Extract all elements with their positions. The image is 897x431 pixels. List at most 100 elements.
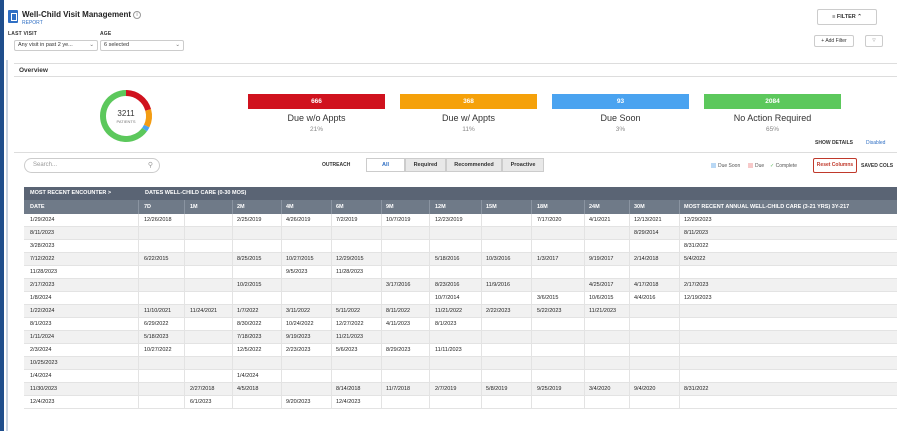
table-cell: 3/4/2020 (589, 386, 611, 392)
column-divider (481, 318, 482, 330)
table-row[interactable]: 1/29/2024 12/26/2018 2/25/2019 4/26/2019 7/2… (24, 214, 897, 227)
column-divider (481, 240, 482, 252)
column-divider (481, 200, 482, 214)
column-divider (184, 305, 185, 317)
show-details-toggle[interactable]: Disabled (866, 140, 885, 146)
table-cell: 4/26/2019 (286, 217, 311, 223)
column-divider (281, 305, 282, 317)
left-accent-bar (0, 0, 4, 431)
group-most-recent-encounter[interactable]: MOST RECENT ENCOUNTER > (30, 187, 111, 200)
table-cell: 8/11/2022 (386, 308, 411, 314)
column-divider (429, 357, 430, 369)
funnel-icon[interactable]: ▿ (865, 35, 883, 47)
donut-slice-due-w-o-appts[interactable] (125, 90, 152, 111)
column-header-4m[interactable]: 4M (286, 200, 294, 214)
add-filter-button[interactable]: + Add Filter (814, 35, 854, 47)
kpi-due-soon[interactable]: 93 Due Soon 3% (552, 94, 689, 133)
legend-label: Due (755, 163, 765, 169)
table-row[interactable]: 1/11/2024 5/18/2023 7/18/2023 9/19/2023 11/2… (24, 331, 897, 344)
column-divider (531, 305, 532, 317)
saved-columns-button[interactable]: SAVED COLS (861, 163, 893, 169)
kpi-percent: 65% (765, 126, 779, 133)
kpi-no-action-required[interactable]: 2084 No Action Required 65% (704, 94, 841, 133)
column-divider (629, 383, 630, 395)
column-header-date[interactable]: DATE (30, 200, 45, 214)
column-divider (429, 253, 430, 265)
column-divider (138, 357, 139, 369)
filter-toggle-button[interactable]: ≡ FILTER ⌃ (817, 9, 877, 25)
column-divider (481, 214, 482, 226)
column-header-most-recent-annual-well-child-care-3-21-yrs-3y-217[interactable]: MOST RECENT ANNUAL WELL-CHILD CARE (3-21… (684, 200, 849, 214)
column-divider (481, 253, 482, 265)
donut-slice-due-soon[interactable] (142, 124, 150, 132)
column-divider (184, 200, 185, 214)
column-divider (531, 331, 532, 343)
column-divider (481, 370, 482, 382)
column-divider (138, 266, 139, 278)
column-divider (281, 357, 282, 369)
column-divider (138, 292, 139, 304)
table-row[interactable]: 7/12/2022 6/22/2015 8/25/2015 10/27/2015 12/… (24, 253, 897, 266)
column-divider (232, 253, 233, 265)
tab-proactive[interactable]: Proactive (502, 158, 544, 172)
search-input[interactable]: Search... ⚲ (24, 158, 160, 173)
table-cell: 10/2/2015 (237, 282, 262, 288)
column-divider (232, 318, 233, 330)
column-header-2m[interactable]: 2M (237, 200, 245, 214)
column-header-15m[interactable]: 15M (486, 200, 497, 214)
report-icon (8, 10, 18, 23)
reset-columns-button[interactable]: Reset Columns (813, 158, 857, 173)
info-icon[interactable]: i (133, 11, 141, 19)
table-cell: 9/4/2020 (634, 386, 656, 392)
column-divider (331, 383, 332, 395)
column-header-7d[interactable]: 7D (144, 200, 151, 214)
column-divider (331, 344, 332, 356)
column-divider (584, 253, 585, 265)
table-cell: 11/28/2023 (30, 269, 58, 275)
column-divider (281, 240, 282, 252)
column-divider (429, 318, 430, 330)
table-cell: 8/23/2016 (435, 282, 460, 288)
kpi-due-with-appts[interactable]: 368 Due w/ Appts 11% (400, 94, 537, 133)
column-divider (331, 279, 332, 291)
last-visit-select[interactable]: Any visit in past 2 ye... ⌄ (14, 40, 98, 51)
tab-recommended[interactable]: Recommended (446, 158, 502, 172)
kpi-value: 368 (400, 94, 537, 109)
column-header-6m[interactable]: 6M (336, 200, 344, 214)
table-row[interactable]: 12/4/2023 6/1/2023 9/20/2023 12/4/2023 (24, 396, 897, 409)
legend-label: Complete (775, 163, 797, 169)
column-header-12m[interactable]: 12M (435, 200, 446, 214)
table-row[interactable]: 8/11/2023 8/29/2014 8/11/2023 (24, 227, 897, 240)
column-divider (481, 266, 482, 278)
table-row[interactable]: 10/25/2023 (24, 357, 897, 370)
table-row[interactable]: 8/1/2023 6/29/2022 8/30/2022 10/24/2022 12/2… (24, 318, 897, 331)
table-row[interactable]: 2/3/2024 10/27/2022 12/5/2022 2/23/2023 5/6/… (24, 344, 897, 357)
column-divider (138, 344, 139, 356)
chevron-down-icon: ⌄ (175, 42, 180, 48)
column-divider (429, 279, 430, 291)
column-divider (281, 331, 282, 343)
age-select[interactable]: 6 selected ⌄ (100, 40, 184, 51)
column-divider (531, 383, 532, 395)
column-header-30m[interactable]: 30M (634, 200, 645, 214)
table-row[interactable]: 2/17/2023 10/2/2015 3/17/2016 8/23/2016 11/9… (24, 279, 897, 292)
table-row[interactable]: 1/22/2024 11/10/2021 11/24/2021 1/7/2022 3/1… (24, 305, 897, 318)
column-header-1m[interactable]: 1M (190, 200, 198, 214)
column-header-24m[interactable]: 24M (589, 200, 600, 214)
column-header-9m[interactable]: 9M (386, 200, 394, 214)
table-cell: 4/25/2017 (589, 282, 614, 288)
column-header-18m[interactable]: 18M (537, 200, 548, 214)
table-row[interactable]: 1/4/2024 1/4/2024 (24, 370, 897, 383)
column-divider (481, 344, 482, 356)
table-row[interactable]: 11/28/2023 9/5/2023 11/28/2023 (24, 266, 897, 279)
tab-required[interactable]: Required (405, 158, 446, 172)
kpi-due-without-appts[interactable]: 666 Due w/o Appts 21% (248, 94, 385, 133)
column-divider (281, 318, 282, 330)
table-row[interactable]: 3/28/2023 8/31/2022 (24, 240, 897, 253)
column-divider (531, 370, 532, 382)
table-row[interactable]: 1/8/2024 10/7/2014 3/6/2015 10/6/2015 4/4/20… (24, 292, 897, 305)
tab-all[interactable]: All (366, 158, 405, 172)
table-row[interactable]: 11/30/2023 2/27/2018 4/5/2018 8/14/2018 11/7… (24, 383, 897, 396)
column-divider (138, 305, 139, 317)
column-divider (184, 396, 185, 408)
